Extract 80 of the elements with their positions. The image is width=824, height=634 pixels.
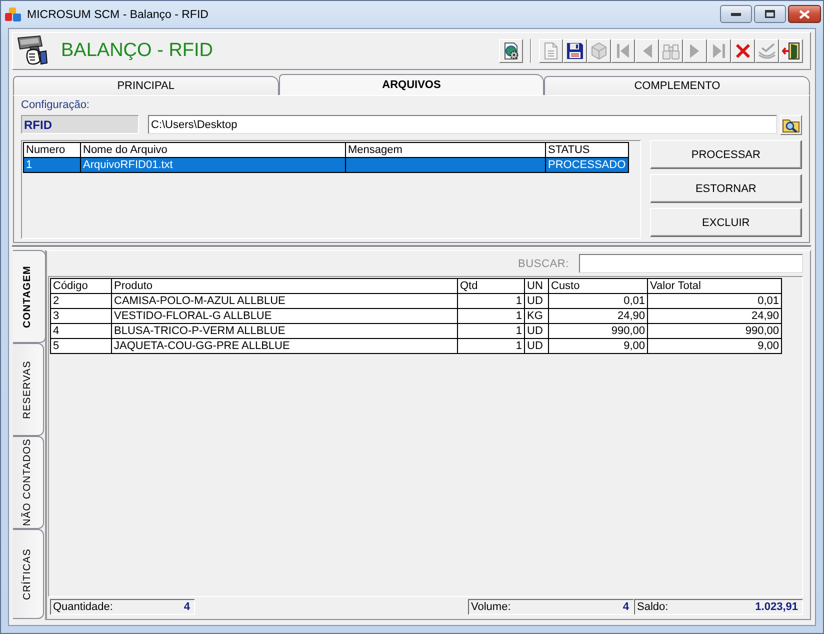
table-cell: 990,00: [548, 324, 648, 338]
close-button[interactable]: [788, 5, 821, 23]
table-cell: 9,00: [648, 338, 782, 354]
side-tab[interactable]: RESERVAS: [13, 343, 44, 436]
summary-value: 4: [184, 601, 190, 613]
table-cell: 0,01: [548, 294, 648, 308]
minimize-icon: [731, 12, 741, 16]
table-cell: 24,90: [648, 308, 782, 324]
table-cell: 4: [50, 324, 112, 338]
triangle-right-icon: [689, 42, 701, 60]
gear-document-icon: [502, 42, 520, 60]
table-cell: 1: [458, 294, 524, 308]
maximize-button[interactable]: [754, 5, 786, 23]
table-cell: 2: [50, 294, 112, 308]
table-cell: 24,90: [548, 308, 648, 324]
table-cell: 9,00: [548, 338, 648, 354]
window-title: MICROSUM SCM - Balanço - RFID: [27, 8, 210, 20]
folder-search-icon: [782, 116, 800, 132]
column-header: Código: [50, 278, 112, 294]
binoculars-icon: [662, 42, 680, 60]
table-cell: 1: [458, 308, 524, 324]
column-header: Custo: [548, 278, 648, 294]
triangle-left-icon: [641, 42, 653, 60]
column-header: Valor Total: [648, 278, 782, 294]
exit-door-icon: [782, 42, 800, 60]
table-row[interactable]: 1 ArquivoRFID01.txt PROCESSADO: [24, 158, 628, 172]
table-cell: BLUSA-TRICO-P-VERM ALLBLUE: [112, 324, 458, 338]
close-icon: [799, 10, 810, 18]
cube-icon: [590, 42, 608, 60]
summary-value: 4: [622, 601, 629, 613]
table-cell: 5: [50, 338, 112, 354]
cross-icon: [735, 43, 751, 59]
toolbar-button[interactable]: [779, 39, 803, 63]
configuration-field[interactable]: RFID: [21, 115, 139, 134]
table-cell: CAMISA-POLO-M-AZUL ALLBLUE: [112, 294, 458, 308]
table-cell: 990,00: [648, 324, 782, 338]
document-icon: [543, 42, 559, 60]
tab[interactable]: ARQUIVOS: [278, 74, 544, 95]
browse-button[interactable]: [780, 114, 802, 134]
check-icon: [758, 43, 776, 59]
table-cell: ArquivoRFID01.txt: [80, 158, 346, 172]
search-label: BUSCAR:: [518, 258, 569, 270]
maximize-icon: [765, 10, 775, 18]
table-cell: VESTIDO-FLORAL-G ALLBLUE: [112, 308, 458, 324]
column-header: Produto: [112, 278, 458, 294]
column-header: Numero: [24, 142, 80, 158]
path-field[interactable]: C:\Users\Desktop: [148, 115, 777, 134]
summary-value: 1.023,91: [755, 601, 798, 613]
table-cell: 1: [24, 158, 80, 172]
skip-forward-icon: [712, 42, 726, 60]
table-cell: 0,01: [648, 294, 782, 308]
summary-label: Volume:: [471, 601, 511, 613]
column-header: UN: [524, 278, 548, 294]
action-button[interactable]: ESTORNAR: [650, 174, 802, 203]
screen-title: BALANÇO - RFID: [61, 40, 214, 62]
summary-label: Saldo:: [637, 601, 668, 613]
minimize-button[interactable]: [720, 5, 752, 23]
column-header: Mensagem: [346, 142, 546, 158]
table-cell: PROCESSADO: [546, 158, 628, 172]
table-cell: 1: [458, 324, 524, 338]
summary-label: Quantidade:: [53, 601, 113, 613]
tab[interactable]: COMPLEMENTO: [544, 76, 810, 95]
search-field[interactable]: [579, 254, 803, 273]
side-tab[interactable]: CRÍTICAS: [13, 529, 44, 619]
action-button[interactable]: PROCESSAR: [650, 140, 802, 169]
table-cell: JAQUETA-COU-GG-PRE ALLBLUE: [112, 338, 458, 354]
tab[interactable]: PRINCIPAL: [13, 76, 279, 95]
toolbar-button[interactable]: [499, 39, 523, 63]
skip-back-icon: [616, 42, 630, 60]
table-cell: 3: [50, 308, 112, 324]
column-header: STATUS: [546, 142, 628, 158]
toolbar-button[interactable]: [563, 39, 587, 63]
column-header: Qtd: [458, 278, 524, 294]
column-header: Nome do Arquivo: [80, 142, 346, 158]
side-tab[interactable]: CONTAGEM: [13, 250, 46, 343]
table-cell: 1: [458, 338, 524, 354]
cubes-icon: [5, 6, 21, 22]
configuration-label: Configuração:: [21, 99, 90, 112]
side-tab[interactable]: NÃO CONTADOS: [13, 436, 44, 529]
action-button[interactable]: EXCLUIR: [650, 208, 802, 237]
